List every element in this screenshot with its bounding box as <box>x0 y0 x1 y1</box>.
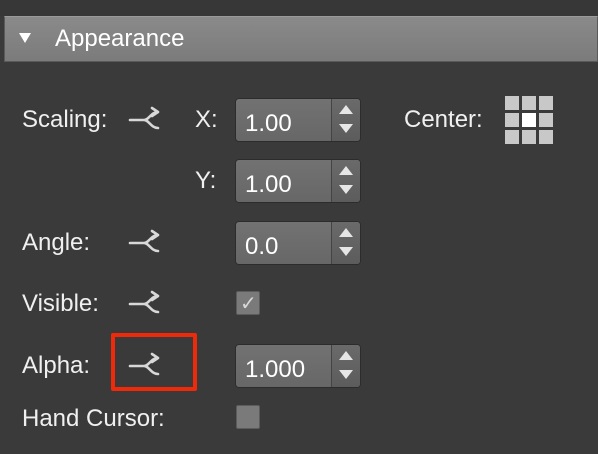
section-title: Appearance <box>55 25 185 52</box>
scaling-y-increment-icon[interactable] <box>332 160 360 181</box>
scaling-label: Scaling: <box>22 106 108 133</box>
anchor-middle-right[interactable] <box>539 113 553 127</box>
scaling-link-icon[interactable] <box>127 106 165 134</box>
highlight-box <box>111 333 197 391</box>
visible-link-icon[interactable] <box>127 290 165 318</box>
center-anchor-grid[interactable] <box>505 96 553 144</box>
anchor-middle-center[interactable] <box>522 113 536 127</box>
alpha-field[interactable] <box>235 344 361 388</box>
alpha-decrement-icon[interactable] <box>332 366 360 387</box>
section-header-appearance[interactable]: Appearance <box>4 16 598 62</box>
anchor-top-left[interactable] <box>505 96 519 110</box>
scaling-x-label: X: <box>195 106 218 133</box>
alpha-label: Alpha: <box>22 352 91 379</box>
angle-link-icon[interactable] <box>127 229 165 257</box>
scaling-x-decrement-icon[interactable] <box>332 120 360 141</box>
angle-field[interactable] <box>235 221 361 265</box>
scaling-x-field[interactable] <box>235 98 361 142</box>
checkmark-icon: ✓ <box>240 291 257 315</box>
angle-stepper[interactable] <box>331 222 360 264</box>
scaling-y-stepper[interactable] <box>331 160 360 202</box>
scaling-y-field[interactable] <box>235 159 361 203</box>
hand-cursor-label: Hand Cursor: <box>22 405 165 432</box>
scaling-y-decrement-icon[interactable] <box>332 181 360 202</box>
anchor-bottom-left[interactable] <box>505 130 519 144</box>
alpha-increment-icon[interactable] <box>332 345 360 366</box>
angle-increment-icon[interactable] <box>332 222 360 243</box>
angle-decrement-icon[interactable] <box>332 243 360 264</box>
anchor-bottom-center[interactable] <box>522 130 536 144</box>
center-label: Center: <box>404 106 483 133</box>
hand-cursor-checkbox[interactable] <box>236 405 260 429</box>
disclosure-triangle-icon[interactable] <box>19 33 31 43</box>
alpha-stepper[interactable] <box>331 345 360 387</box>
top-strip <box>0 0 598 16</box>
anchor-top-center[interactable] <box>522 96 536 110</box>
scaling-y-label: Y: <box>195 167 217 194</box>
anchor-bottom-right[interactable] <box>539 130 553 144</box>
scaling-x-stepper[interactable] <box>331 99 360 141</box>
scaling-x-increment-icon[interactable] <box>332 99 360 120</box>
visible-label: Visible: <box>22 290 99 317</box>
anchor-top-right[interactable] <box>539 96 553 110</box>
angle-label: Angle: <box>22 229 91 256</box>
visible-checkbox[interactable]: ✓ <box>236 291 260 315</box>
anchor-middle-left[interactable] <box>505 113 519 127</box>
